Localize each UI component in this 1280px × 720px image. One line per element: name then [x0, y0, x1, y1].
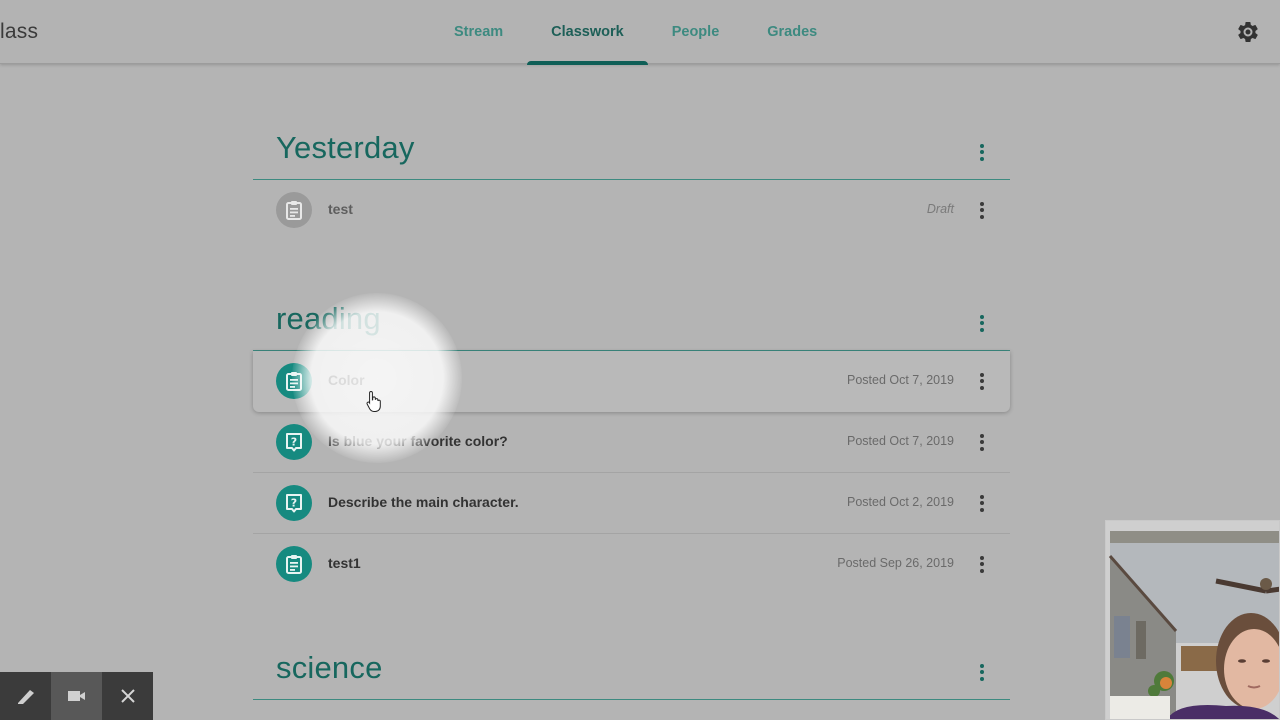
hand-cursor-icon	[366, 390, 381, 412]
webcam-feed	[1106, 521, 1279, 719]
item-more-icon[interactable]	[970, 198, 994, 222]
topic-title: science	[276, 650, 383, 685]
webcam-overlay	[1105, 520, 1280, 720]
tab-bar: Stream Classwork People Grades	[430, 0, 841, 65]
topic-more-icon[interactable]	[970, 140, 994, 164]
item-more-icon[interactable]	[970, 369, 994, 393]
item-title: Color	[328, 372, 365, 388]
list-item[interactable]: test1 Posted Sep 26, 2019	[253, 534, 1010, 595]
recorder-toolbar	[0, 672, 153, 720]
item-title: Is blue your favorite color?	[328, 433, 508, 449]
pen-tool-button[interactable]	[0, 672, 51, 720]
question-icon: ?	[276, 485, 312, 521]
list-item[interactable]: ? Describe the main character. Posted Oc…	[253, 473, 1010, 534]
top-app-bar: lass Stream Classwork People Grades	[0, 0, 1280, 65]
list-item[interactable]: test Draft	[253, 180, 1010, 241]
item-posted-date: Posted Oct 2, 2019	[846, 495, 954, 509]
tab-stream[interactable]: Stream	[430, 0, 527, 64]
item-title: Describe the main character.	[328, 494, 519, 510]
class-name[interactable]: lass	[0, 20, 38, 44]
item-posted-date: Posted Sep 26, 2019	[837, 556, 954, 570]
item-title: test	[328, 201, 353, 217]
item-more-icon[interactable]	[970, 491, 994, 515]
topic-header: science	[253, 640, 1010, 700]
svg-text:?: ?	[291, 436, 297, 449]
topic-title: Yesterday	[276, 130, 415, 165]
assignment-icon	[276, 546, 312, 582]
topic-more-icon[interactable]	[970, 311, 994, 335]
item-posted-date: Posted Oct 7, 2019	[846, 373, 954, 387]
topic-header: reading	[253, 291, 1010, 351]
item-more-icon[interactable]	[970, 430, 994, 454]
assignment-icon	[276, 192, 312, 228]
tab-people[interactable]: People	[648, 0, 744, 64]
gear-icon[interactable]	[1236, 20, 1260, 44]
list-item[interactable]: ? Is blue your favorite color? Posted Oc…	[253, 412, 1010, 473]
topic-more-icon[interactable]	[970, 660, 994, 684]
tab-grades[interactable]: Grades	[743, 0, 841, 64]
item-more-icon[interactable]	[970, 552, 994, 576]
tab-classwork[interactable]: Classwork	[527, 0, 648, 65]
svg-text:?: ?	[291, 497, 297, 510]
topic-title: reading	[276, 301, 381, 336]
item-posted-date: Posted Oct 7, 2019	[846, 434, 954, 448]
close-tool-button[interactable]	[102, 672, 153, 720]
camera-icon	[67, 691, 85, 701]
camera-tool-button[interactable]	[51, 672, 102, 720]
assignment-icon	[276, 363, 312, 399]
pen-icon	[17, 690, 34, 704]
question-icon: ?	[276, 424, 312, 460]
item-status: Draft	[926, 202, 954, 216]
topic-header: Yesterday	[253, 120, 1010, 180]
item-title: test1	[328, 555, 361, 571]
close-icon	[120, 689, 135, 703]
classwork-list: Yesterday test Draft reading Color Poste…	[253, 64, 1010, 700]
